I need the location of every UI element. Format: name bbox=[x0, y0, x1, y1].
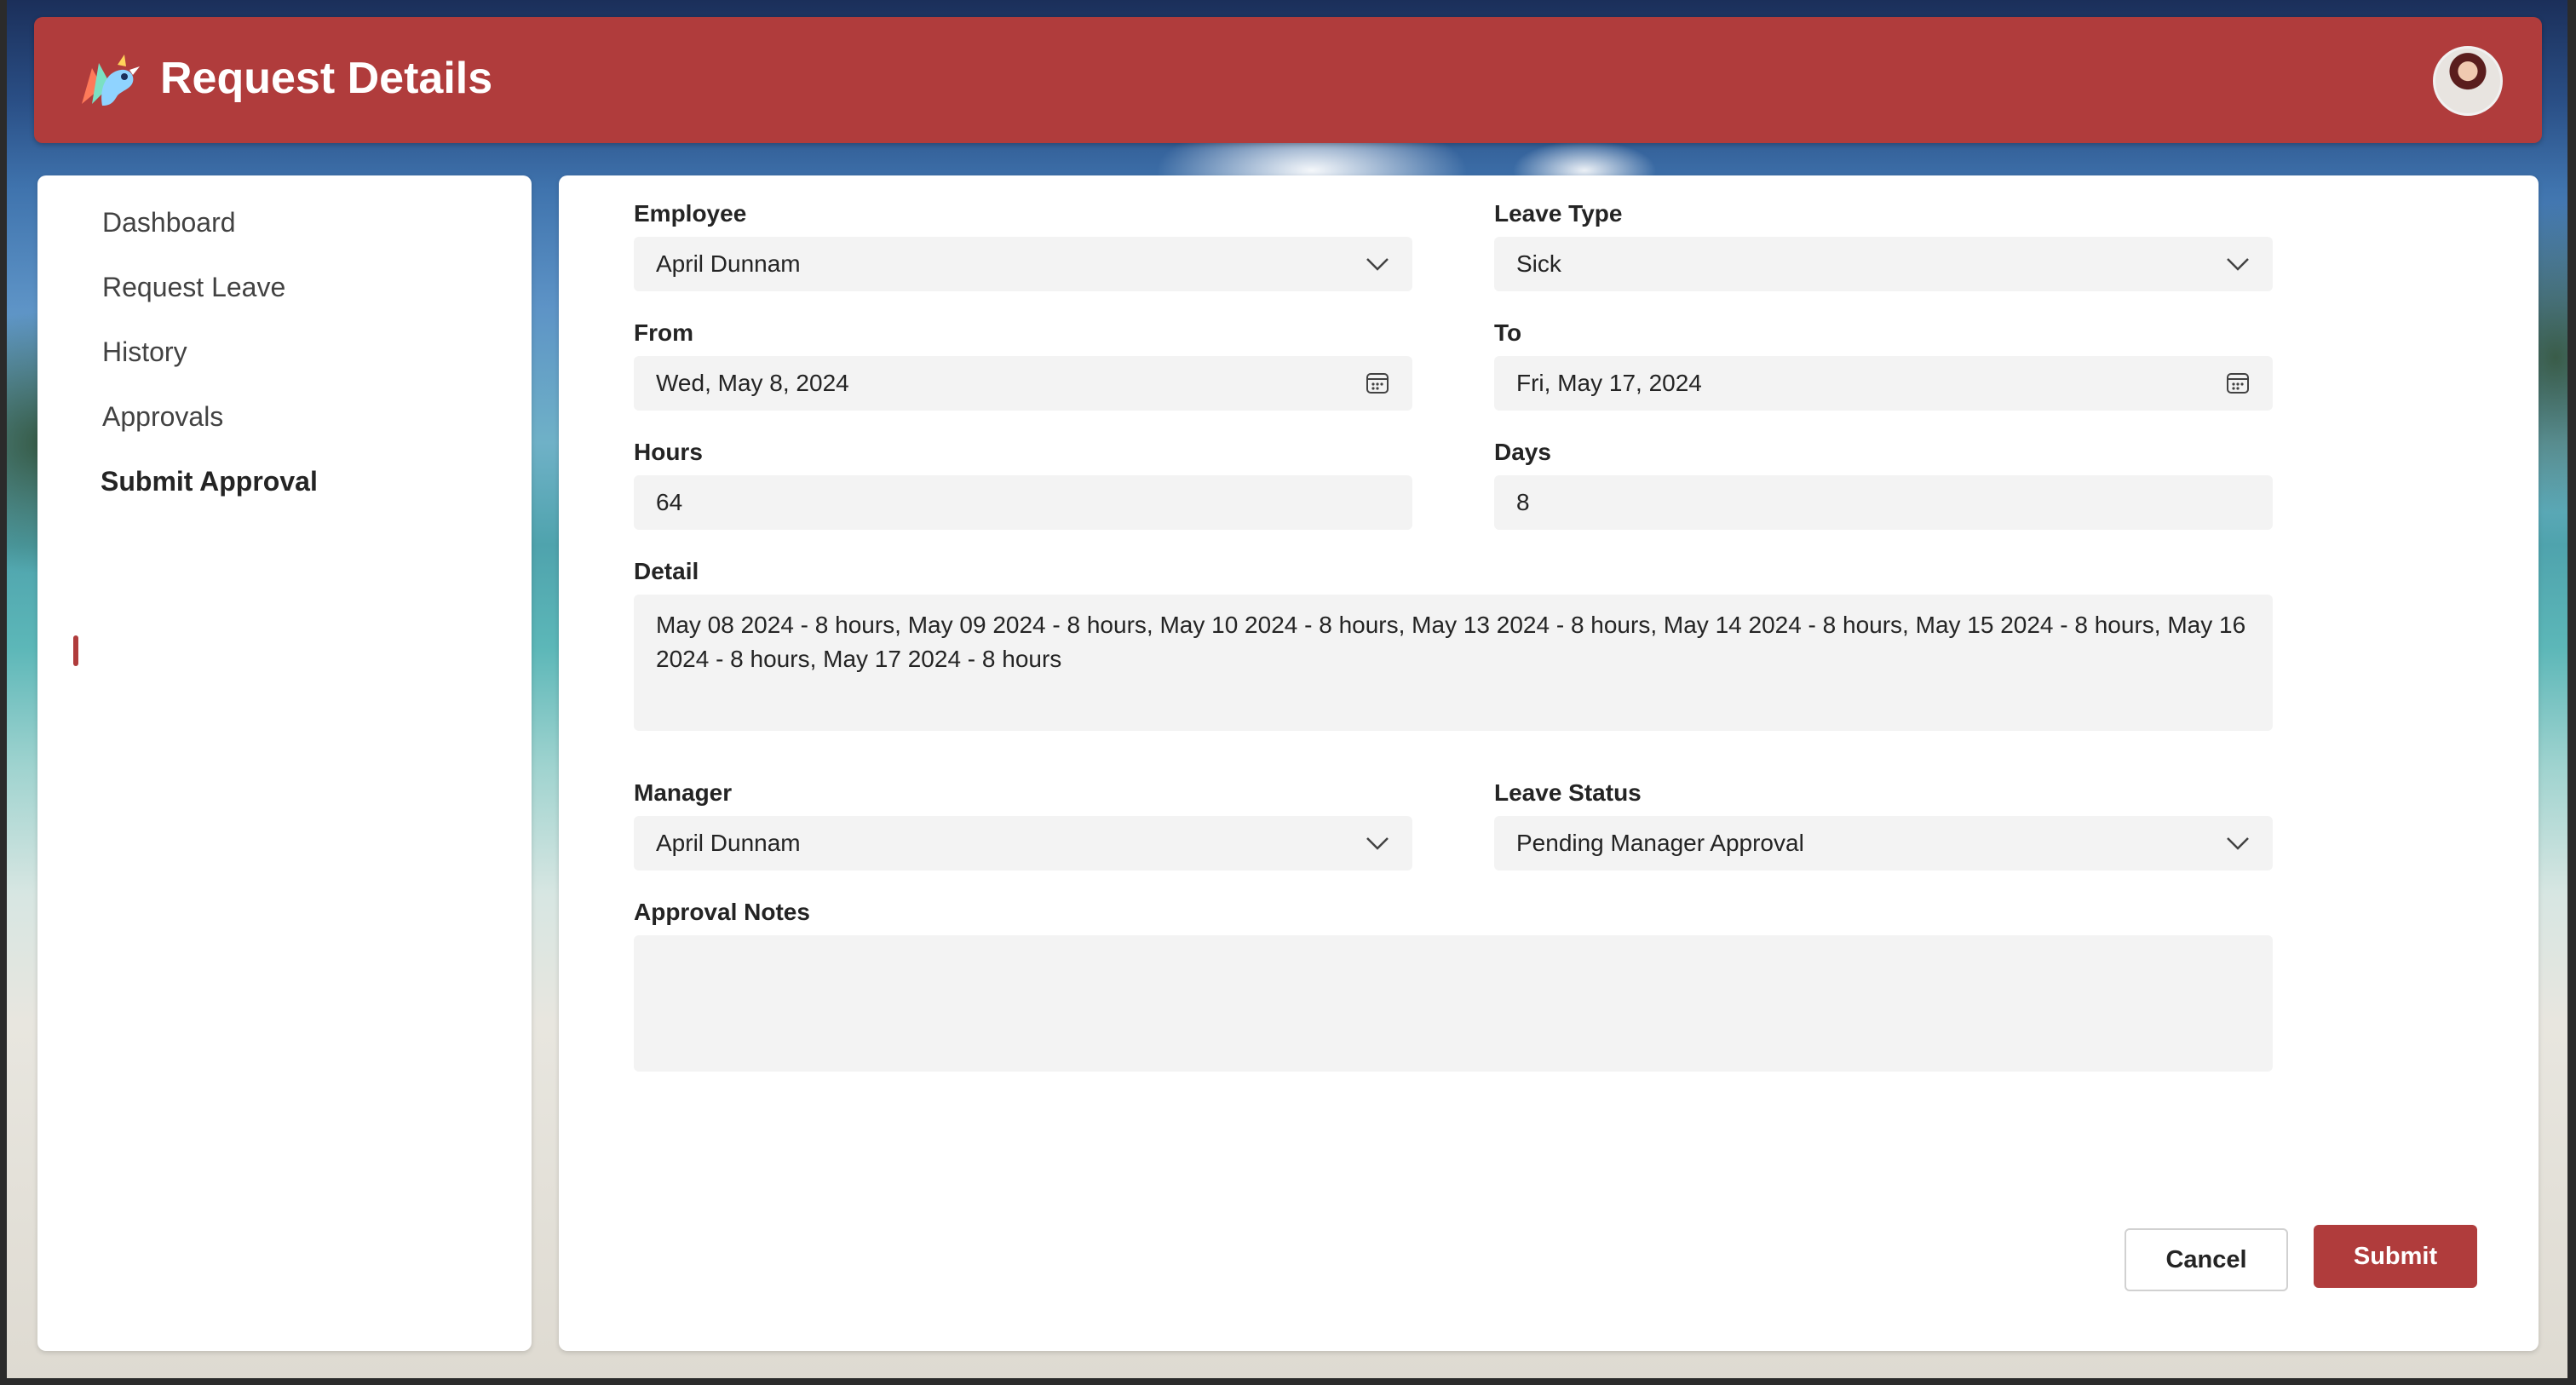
to-date-value: Fri, May 17, 2024 bbox=[1516, 370, 1702, 396]
hours-input[interactable]: 64 bbox=[634, 475, 1412, 530]
leave-type-value: Sick bbox=[1516, 250, 1561, 277]
chevron-down-icon bbox=[1366, 258, 1389, 271]
days-value: 8 bbox=[1516, 489, 1530, 515]
hours-value: 64 bbox=[656, 489, 683, 515]
submit-button[interactable]: Submit bbox=[2314, 1225, 2477, 1288]
sidebar-item-submit-approval[interactable]: Submit Approval bbox=[101, 465, 318, 497]
leave-status-value: Pending Manager Approval bbox=[1516, 830, 1804, 856]
user-avatar[interactable] bbox=[2433, 46, 2503, 116]
calendar-icon[interactable] bbox=[1365, 371, 1390, 396]
sidebar-item-request-leave[interactable]: Request Leave bbox=[102, 271, 285, 303]
sidebar-item-approvals[interactable]: Approvals bbox=[102, 400, 223, 433]
chevron-down-icon bbox=[2227, 837, 2249, 850]
leave-status-label: Leave Status bbox=[1494, 779, 1642, 806]
page-title: Request Details bbox=[160, 54, 493, 103]
detail-label: Detail bbox=[634, 558, 699, 584]
manager-dropdown[interactable]: April Dunnam bbox=[634, 816, 1412, 871]
active-nav-indicator bbox=[73, 635, 78, 666]
to-date-picker[interactable]: Fri, May 17, 2024 bbox=[1494, 356, 2273, 411]
manager-value: April Dunnam bbox=[656, 830, 801, 856]
employee-value: April Dunnam bbox=[656, 250, 801, 277]
days-input[interactable]: 8 bbox=[1494, 475, 2273, 530]
employee-dropdown[interactable]: April Dunnam bbox=[634, 237, 1412, 291]
chevron-down-icon bbox=[2227, 258, 2249, 271]
app-logo-icon bbox=[82, 55, 140, 106]
sidebar-item-history[interactable]: History bbox=[102, 336, 187, 368]
from-date-value: Wed, May 8, 2024 bbox=[656, 370, 849, 396]
leave-type-dropdown[interactable]: Sick bbox=[1494, 237, 2273, 291]
cancel-button[interactable]: Cancel bbox=[2125, 1228, 2288, 1291]
leave-type-label: Leave Type bbox=[1494, 200, 1623, 227]
to-label: To bbox=[1494, 319, 1522, 346]
chevron-down-icon bbox=[1366, 837, 1389, 850]
detail-textarea[interactable]: May 08 2024 - 8 hours, May 09 2024 - 8 h… bbox=[634, 595, 2273, 731]
sidebar-nav: Dashboard Request Leave History Approval… bbox=[37, 175, 532, 1351]
from-label: From bbox=[634, 319, 693, 346]
from-date-picker[interactable]: Wed, May 8, 2024 bbox=[634, 356, 1412, 411]
employee-label: Employee bbox=[634, 200, 747, 227]
manager-label: Manager bbox=[634, 779, 733, 806]
days-label: Days bbox=[1494, 439, 1551, 465]
app-header: Request Details bbox=[34, 17, 2542, 143]
approval-notes-textarea[interactable] bbox=[634, 935, 2273, 1072]
calendar-icon[interactable] bbox=[2225, 371, 2251, 396]
approval-notes-label: Approval Notes bbox=[634, 899, 810, 925]
hours-label: Hours bbox=[634, 439, 703, 465]
leave-status-dropdown[interactable]: Pending Manager Approval bbox=[1494, 816, 2273, 871]
sidebar-item-dashboard[interactable]: Dashboard bbox=[102, 206, 236, 238]
request-form-card: Employee April Dunnam Leave Type Sick Fr… bbox=[559, 175, 2539, 1351]
